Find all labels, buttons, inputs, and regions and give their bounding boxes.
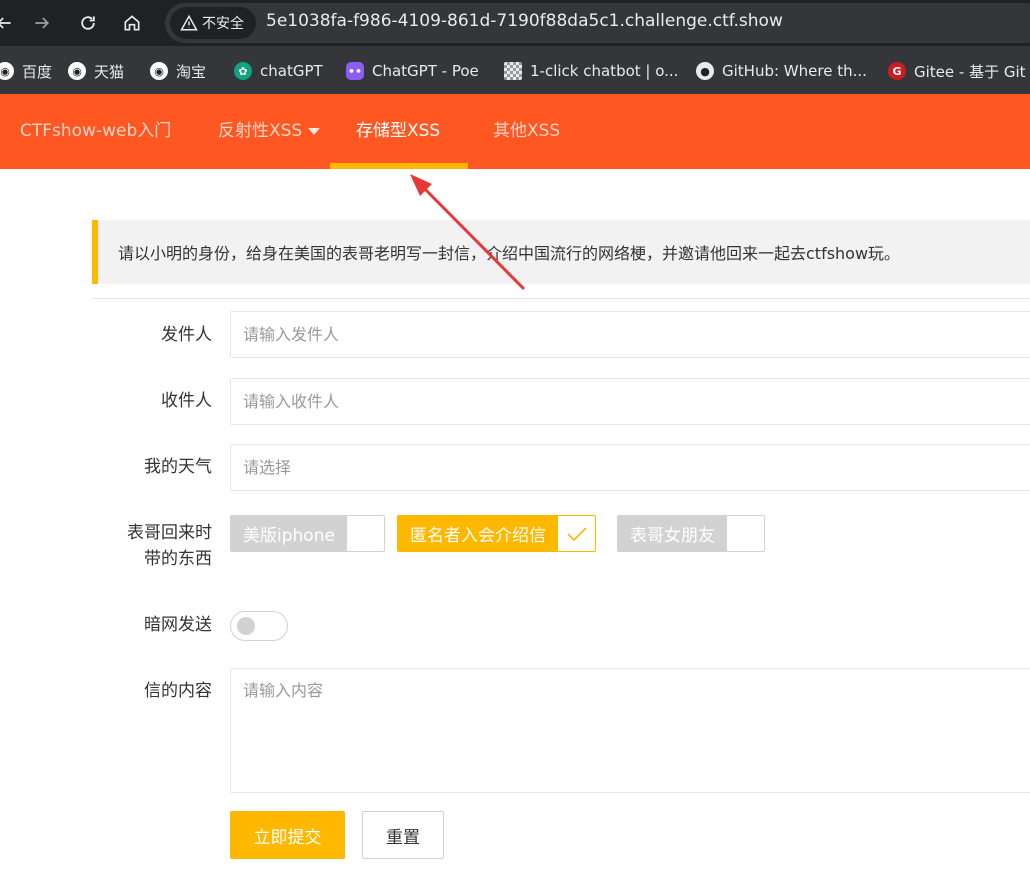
recipient-input[interactable] — [230, 378, 1030, 425]
bookmark-1-click-chatbot[interactable]: 1-click chatbot | o... — [504, 60, 678, 82]
bookmark-taobao[interactable]: ◉ 淘宝 — [150, 60, 206, 82]
caret-down-icon — [308, 127, 321, 135]
checker-icon — [504, 62, 522, 80]
bookmark-github[interactable]: ● GitHub: Where th... — [696, 60, 867, 82]
gift-checkbox-label: 美版iphone — [231, 516, 347, 551]
gift-checkbox-iphone[interactable]: 美版iphone — [230, 515, 385, 552]
poe-icon: •• — [346, 62, 364, 80]
gifts-label: 表哥回来时 带的东西 — [127, 523, 212, 569]
submit-button[interactable]: 立即提交 — [230, 811, 345, 859]
weather-label: 我的天气 — [144, 457, 212, 477]
recipient-label: 收件人 — [161, 391, 212, 411]
nav-item-stored-xss[interactable]: 存储型XSS — [356, 94, 440, 169]
nav-brand[interactable]: CTFshow-web入门 — [20, 94, 171, 169]
checkmark-icon — [558, 516, 595, 551]
toggle-knob — [237, 617, 255, 635]
darknet-toggle[interactable] — [230, 611, 288, 641]
gift-checkbox-label: 表哥女朋友 — [618, 516, 727, 551]
active-tab-indicator — [330, 163, 468, 169]
bookmark-tmall[interactable]: ◉ 天猫 — [68, 60, 124, 82]
back-icon[interactable] — [0, 11, 16, 35]
weather-select[interactable] — [230, 444, 1030, 491]
warning-icon — [180, 14, 198, 31]
bookmark-baidu[interactable]: ◉ 百度 — [0, 60, 52, 82]
sender-label: 发件人 — [161, 325, 212, 345]
globe-icon: ◉ — [150, 62, 168, 80]
notice-quote: 请以小明的身份，给身在美国的表哥老明写一封信，介绍中国流行的网络梗，并邀请他回来… — [92, 220, 1030, 284]
darknet-label: 暗网发送 — [144, 615, 212, 635]
site-nav: CTFshow-web入门 反射性XSS 存储型XSS 其他XSS — [0, 94, 1030, 169]
url-text[interactable]: 5e1038fa-f986-4109-861d-7190f88da5c1.cha… — [266, 11, 783, 31]
gitee-icon: G — [888, 62, 906, 80]
security-label: 不安全 — [202, 16, 244, 32]
nav-item-other-xss[interactable]: 其他XSS — [493, 94, 560, 169]
gift-checkbox-girlfriend[interactable]: 表哥女朋友 — [617, 515, 765, 552]
gift-checkbox-label: 匿名者入会介绍信 — [398, 516, 558, 551]
bookmark-gitee[interactable]: G Gitee - 基于 Git — [888, 60, 1026, 82]
bookmark-poe[interactable]: •• ChatGPT - Poe — [346, 60, 479, 82]
globe-icon: ◉ — [0, 62, 14, 80]
forward-icon[interactable] — [30, 11, 54, 35]
globe-icon: ◉ — [68, 62, 86, 80]
content-textarea[interactable] — [230, 668, 1030, 793]
security-chip[interactable]: 不安全 — [170, 7, 256, 39]
divider — [92, 298, 1030, 299]
reset-button[interactable]: 重置 — [362, 811, 444, 859]
content-label: 信的内容 — [144, 681, 212, 701]
github-icon: ● — [696, 62, 714, 80]
gift-checkbox-anonymous-letter[interactable]: 匿名者入会介绍信 — [397, 515, 596, 552]
bookmark-chatgpt[interactable]: ✿ chatGPT — [234, 60, 323, 82]
reload-icon[interactable] — [76, 11, 100, 35]
bookmarks-bar: ◉ 百度 ◉ 天猫 ◉ 淘宝 ✿ chatGPT •• ChatGPT - Po… — [0, 46, 1030, 94]
openai-icon: ✿ — [234, 62, 252, 80]
sender-input[interactable] — [230, 311, 1030, 358]
home-icon[interactable] — [120, 11, 144, 35]
nav-item-reflected-xss[interactable]: 反射性XSS — [218, 94, 321, 169]
notice-text: 请以小明的身份，给身在美国的表哥老明写一封信，介绍中国流行的网络梗，并邀请他回来… — [118, 244, 901, 263]
